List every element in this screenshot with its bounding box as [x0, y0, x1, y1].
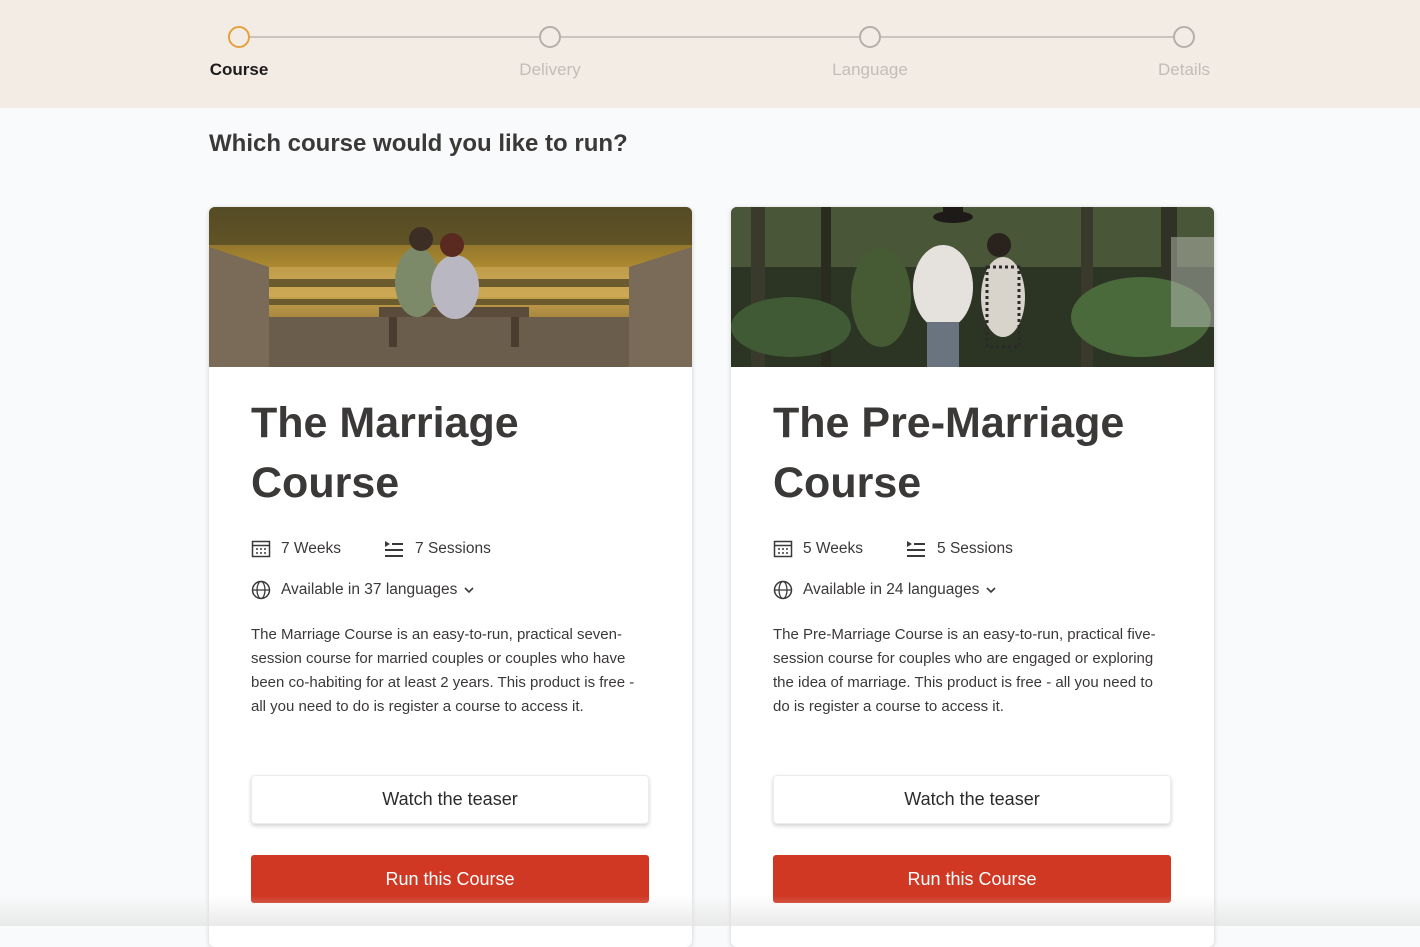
step-course-label[interactable]: Course — [210, 60, 269, 80]
course-title: The Marriage Course — [251, 399, 519, 507]
sessions-list-icon — [907, 541, 926, 557]
step-delivery-indicator[interactable] — [539, 26, 561, 48]
sessions-info: 5 Sessions — [905, 539, 1013, 559]
course-image-jungle-walk — [731, 207, 1214, 367]
course-card-marriage: The Marriage Course 7 Weeks 7 Sessions A… — [209, 207, 692, 947]
sessions-list-icon — [385, 541, 404, 557]
step-course-indicator[interactable] — [228, 26, 250, 48]
course-meta-duration: 7 Weeks 7 Sessions — [251, 539, 533, 559]
course-description: The Marriage Course is an easy-to-run, p… — [251, 626, 635, 715]
weeks-label: 7 Weeks — [281, 540, 342, 557]
progress-stepper: Course Delivery Language Details — [0, 0, 1420, 108]
languages-label: Available in 37 languages — [281, 581, 458, 598]
languages-dropdown[interactable]: Available in 24 languages — [773, 580, 997, 600]
sessions-info: 7 Sessions — [383, 539, 491, 559]
watch-teaser-button[interactable]: Watch the teaser — [251, 775, 649, 824]
step-connector — [881, 36, 1173, 38]
course-image-lake-dock — [209, 207, 692, 367]
course-languages: Available in 24 languages — [773, 580, 997, 600]
run-course-button[interactable]: Run this Course — [773, 855, 1171, 903]
step-details-indicator[interactable] — [1173, 26, 1195, 48]
course-description: The Pre-Marriage Course is an easy-to-ru… — [773, 626, 1156, 715]
sessions-label: 5 Sessions — [937, 540, 1013, 557]
step-delivery-label[interactable]: Delivery — [519, 60, 580, 80]
course-meta-duration: 5 Weeks 5 Sessions — [773, 539, 1055, 559]
weeks-label: 5 Weeks — [803, 540, 864, 557]
globe-icon — [251, 580, 271, 600]
step-language-label[interactable]: Language — [832, 60, 908, 80]
run-course-button[interactable]: Run this Course — [251, 855, 649, 903]
weeks-info: 7 Weeks — [251, 539, 341, 559]
step-connector — [561, 36, 859, 38]
course-title: The Pre-Marriage Course — [773, 399, 1125, 507]
calendar-icon — [251, 540, 271, 558]
step-details-label[interactable]: Details — [1158, 60, 1210, 80]
sessions-label: 7 Sessions — [415, 540, 491, 557]
chevron-down-icon — [464, 587, 474, 594]
course-card-pre-marriage: The Pre-Marriage Course 5 Weeks 5 Sessio… — [731, 207, 1214, 947]
weeks-info: 5 Weeks — [773, 539, 863, 559]
calendar-icon — [773, 540, 793, 558]
course-languages: Available in 37 languages — [251, 580, 475, 600]
step-language-indicator[interactable] — [859, 26, 881, 48]
globe-icon — [773, 580, 793, 600]
chevron-down-icon — [986, 587, 996, 594]
watch-teaser-button[interactable]: Watch the teaser — [773, 775, 1171, 824]
languages-label: Available in 24 languages — [803, 581, 980, 598]
step-connector — [250, 36, 539, 38]
page-heading: Which course would you like to run? — [209, 130, 628, 157]
languages-dropdown[interactable]: Available in 37 languages — [251, 580, 475, 600]
